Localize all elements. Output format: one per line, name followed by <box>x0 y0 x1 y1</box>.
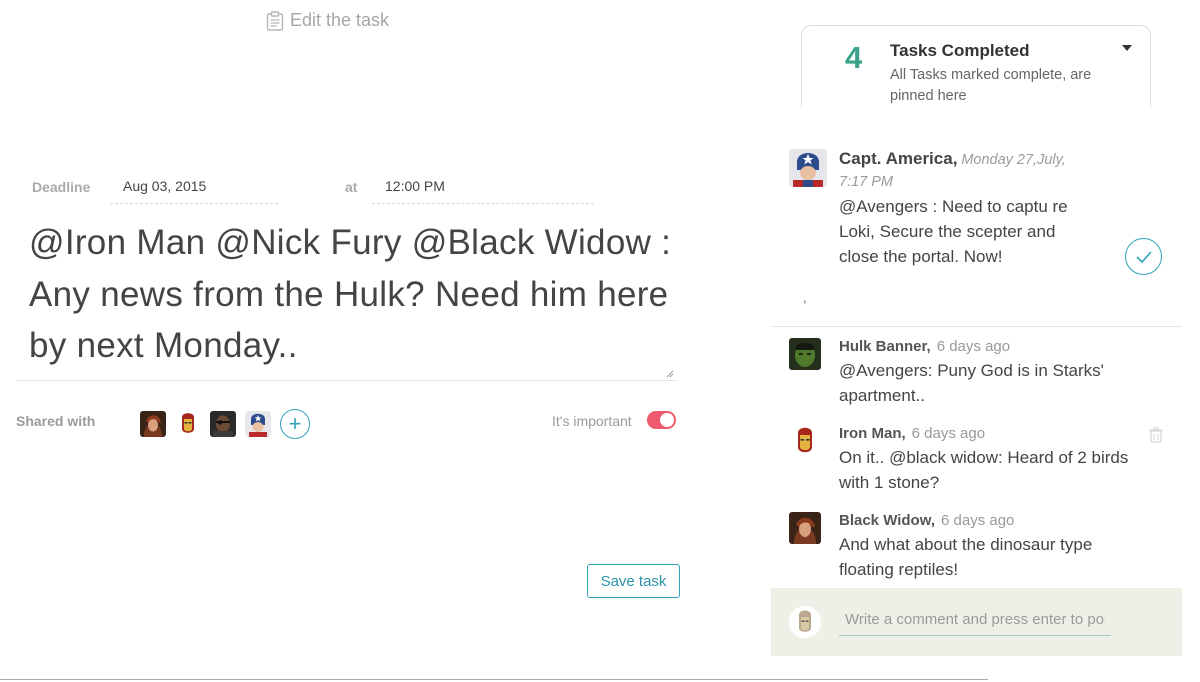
pinned-comment-header: Capt. America, Monday 27,July, 7:17 PM <box>839 148 1069 193</box>
comment-input[interactable] <box>839 604 1111 636</box>
iron-man-avatar <box>789 606 821 638</box>
check-icon <box>1135 250 1152 263</box>
hulk-avatar <box>789 338 821 370</box>
capt-america-avatar[interactable] <box>245 411 271 437</box>
black-widow-avatar <box>789 512 821 544</box>
deadline-time-field[interactable]: 12:00 PM <box>372 170 594 204</box>
capt-america-avatar <box>789 149 827 187</box>
caret-down-icon[interactable] <box>1122 45 1132 51</box>
nick-fury-avatar[interactable] <box>210 411 236 437</box>
deadline-label: Deadline <box>32 179 91 195</box>
comment-message: And what about the dinosaur type floatin… <box>839 535 1093 579</box>
important-label: It's important <box>552 413 632 429</box>
pinned-author: Capt. America, <box>839 149 958 168</box>
stray-mark: , <box>803 290 807 305</box>
comment-header: Black Widow, 6 days ago <box>839 512 1014 529</box>
comment-author: Iron Man, <box>839 425 906 442</box>
shared-with-row: Shared with + It's important <box>16 405 676 439</box>
comment-item: Iron Man, 6 days ago On it.. @black widow… <box>771 425 1182 495</box>
complete-check-button[interactable] <box>1125 238 1162 275</box>
comment-item: Hulk Banner, 6 days ago @Avengers: Puny G… <box>771 338 1182 408</box>
bottom-divider <box>0 679 988 680</box>
black-widow-avatar[interactable] <box>140 411 166 437</box>
comment-timestamp: 6 days ago <box>911 425 986 442</box>
add-share-button[interactable]: + <box>280 409 310 439</box>
deadline-row: Deadline Aug 03, 2015 at 12:00 PM <box>32 170 597 206</box>
task-text: @Iron Man @Nick Fury @Black Widow : Any … <box>29 223 672 365</box>
save-task-button[interactable]: Save task <box>587 564 680 598</box>
tasks-completed-subtitle: All Tasks marked complete, are pinned he… <box>890 67 1092 104</box>
comment-author: Black Widow, <box>839 512 935 529</box>
iron-man-avatar[interactable] <box>175 411 201 437</box>
comment-message: @Avengers: Puny God is in Starks' apartm… <box>839 361 1104 405</box>
pinned-message: @Avengers : Need to captu re Loki, Secur… <box>839 197 1068 266</box>
tasks-completed-title: Tasks Completed <box>890 41 1030 60</box>
comment-item: Black Widow, 6 days ago And what about th… <box>771 512 1182 582</box>
tasks-completed-count: 4 <box>845 40 863 75</box>
comment-timestamp: 6 days ago <box>941 512 1015 529</box>
comment-header: Iron Man, 6 days ago <box>839 425 985 442</box>
comment-timestamp: 6 days ago <box>936 338 1011 355</box>
important-toggle[interactable] <box>647 411 676 429</box>
clipboard-icon <box>266 10 284 31</box>
comment-composer <box>771 588 1182 656</box>
shared-avatars: + <box>140 409 310 439</box>
task-text-area[interactable]: @Iron Man @Nick Fury @Black Widow : Any … <box>16 217 676 381</box>
edit-task-title: Edit the task <box>290 10 390 30</box>
iron-man-avatar <box>789 425 821 457</box>
plus-icon: + <box>288 411 302 436</box>
deadline-date-field[interactable]: Aug 03, 2015 <box>110 170 278 204</box>
pinned-comment: Capt. America, Monday 27,July, 7:17 PM @… <box>771 107 1182 327</box>
comment-header: Hulk Banner, 6 days ago <box>839 338 1010 355</box>
toggle-knob <box>660 413 674 427</box>
edit-task-header: Edit the task <box>266 10 389 31</box>
comment-author: Hulk Banner, <box>839 338 931 355</box>
trash-icon[interactable] <box>1149 427 1163 443</box>
resize-handle-icon[interactable] <box>666 370 674 378</box>
comment-message: On it.. @black widow: Heard of 2 birds w… <box>839 448 1129 492</box>
tasks-completed-card[interactable]: 4 Tasks Completed All Tasks marked compl… <box>801 25 1151 107</box>
at-label: at <box>345 179 358 195</box>
shared-with-label: Shared with <box>16 413 96 429</box>
